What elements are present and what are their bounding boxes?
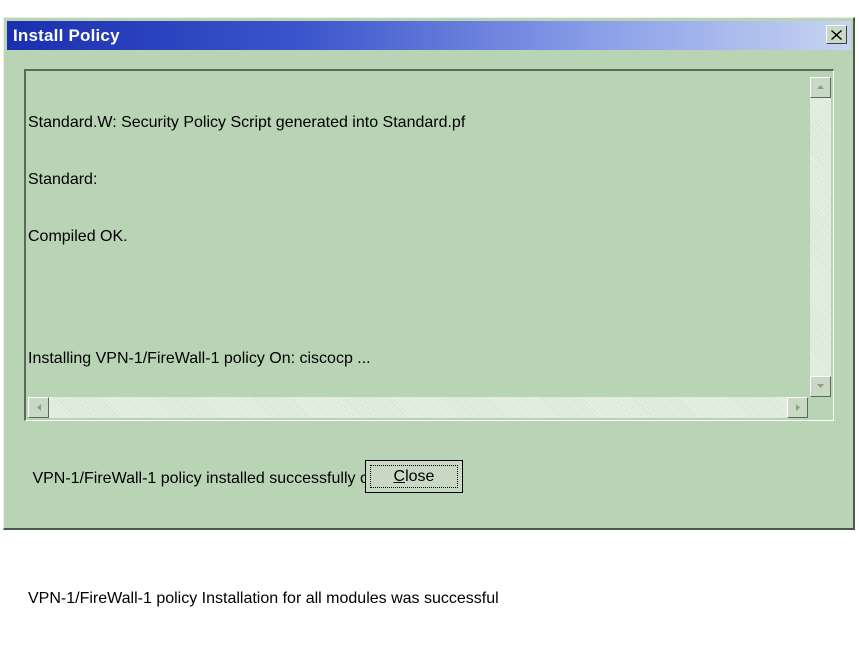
close-button[interactable]: Close: [365, 460, 463, 493]
log-line: Installing VPN-1/FireWall-1 policy On: c…: [28, 350, 371, 367]
log-line: Standard:: [28, 171, 98, 188]
arrow-down-icon[interactable]: [810, 376, 831, 397]
install-policy-dialog: Install Policy Standard.W: Security Poli…: [3, 17, 855, 607]
log-line: Compiled OK.: [28, 228, 128, 245]
close-button-label-rest: lose: [405, 468, 435, 485]
close-button-label: Close: [366, 468, 462, 486]
horizontal-scrollbar[interactable]: [28, 397, 808, 418]
log-line: Standard.W: Security Policy Script gener…: [28, 114, 466, 131]
arrow-left-icon[interactable]: [28, 397, 49, 418]
policy-log: Standard.W: Security Policy Script gener…: [28, 75, 499, 646]
close-button-mnemonic: C: [393, 468, 406, 485]
window-title: Install Policy: [13, 26, 120, 45]
log-line: [28, 526, 499, 545]
title-bar[interactable]: Install Policy: [7, 21, 851, 50]
arrow-up-icon[interactable]: [810, 77, 831, 98]
log-line: [28, 284, 499, 303]
log-line: VPN-1/FireWall-1 policy Installation for…: [28, 590, 499, 607]
close-icon[interactable]: [826, 25, 847, 44]
vertical-scrollbar[interactable]: [810, 77, 831, 397]
arrow-right-icon[interactable]: [787, 397, 808, 418]
policy-output-textarea[interactable]: Standard.W: Security Policy Script gener…: [24, 69, 834, 607]
